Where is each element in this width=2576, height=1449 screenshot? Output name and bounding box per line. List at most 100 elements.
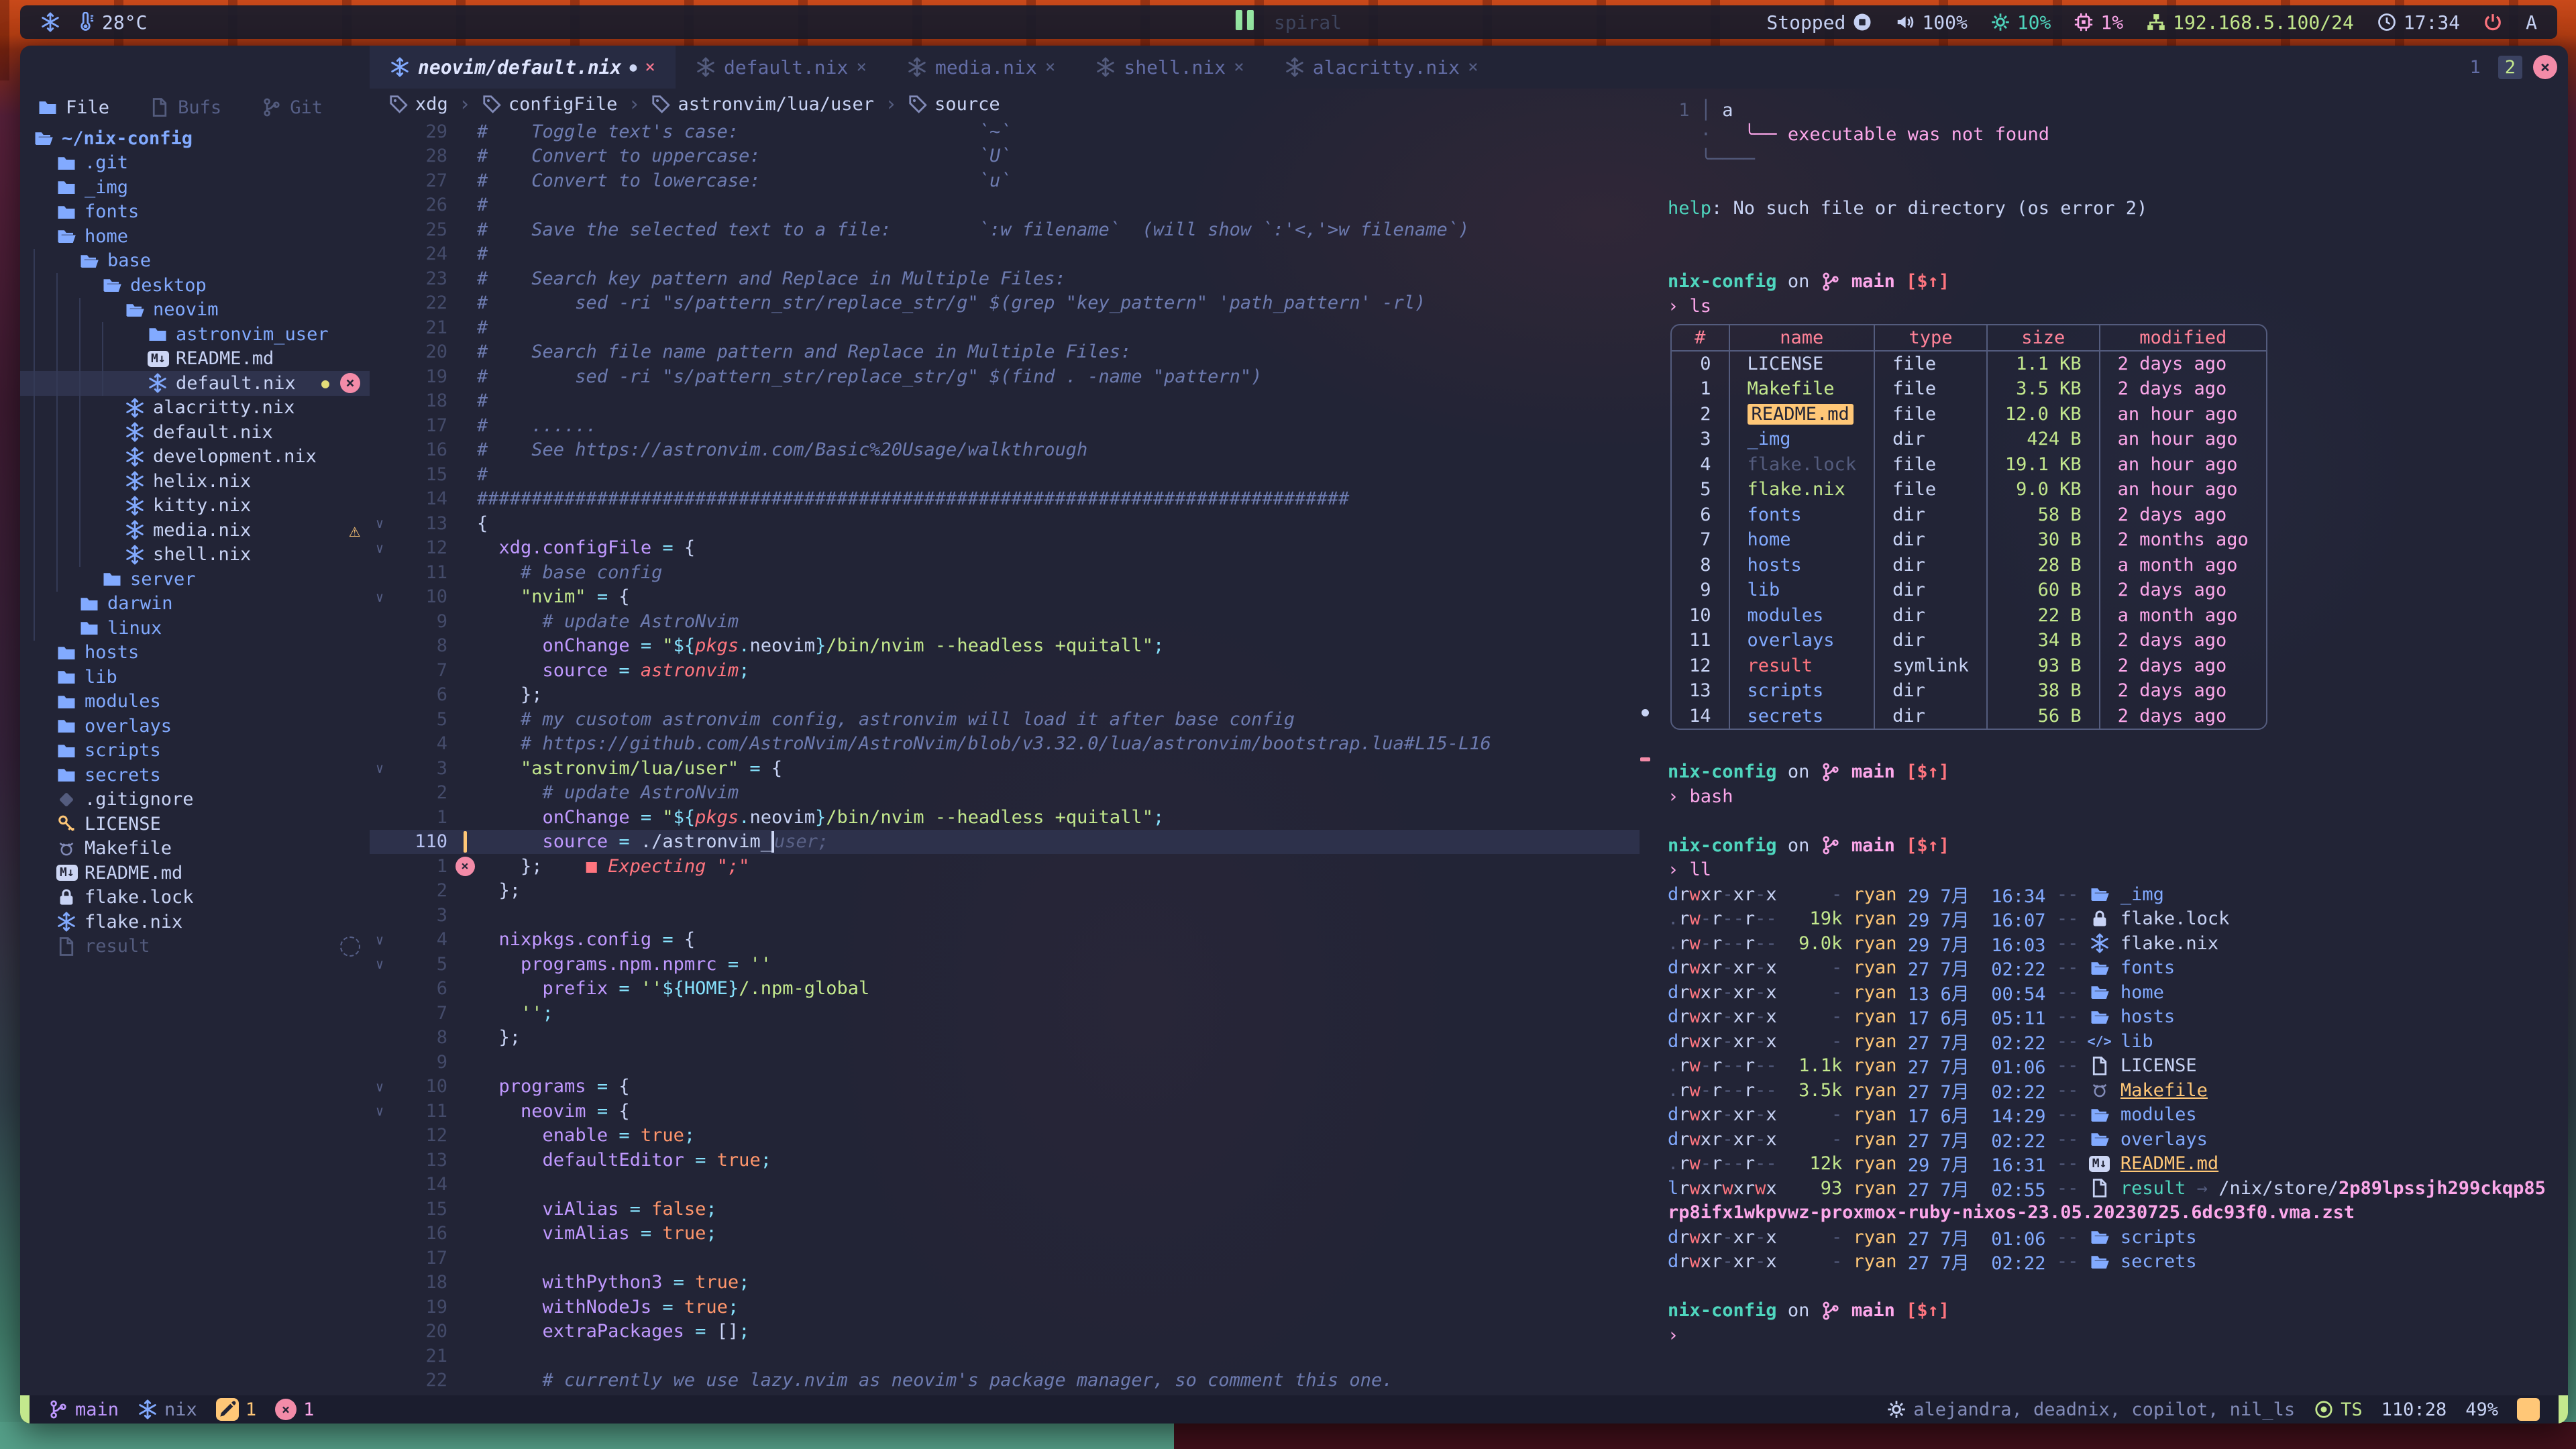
editor-line[interactable]: 25# Save the selected text to a file: `:… bbox=[370, 217, 1640, 242]
editor-line[interactable]: ∨10 "nvim" = { bbox=[370, 585, 1640, 610]
editor-line[interactable]: 5 # my cusotom astronvim config, astronv… bbox=[370, 707, 1640, 732]
editor-line[interactable]: 18# bbox=[370, 389, 1640, 414]
tree-item-modules[interactable]: modules bbox=[20, 690, 370, 714]
editor-line[interactable]: 19 withNodeJs = true; bbox=[370, 1295, 1640, 1320]
terminal-pane[interactable]: 1 │ a · ╰── executable was not found ╰──… bbox=[1650, 89, 2568, 1395]
editor-line[interactable]: 19# sed -ri "s/pattern_str/replace_str/g… bbox=[370, 364, 1640, 389]
error-badge[interactable]: × bbox=[275, 1399, 297, 1420]
tab-close-button[interactable]: × bbox=[1045, 57, 1056, 77]
tree-item-astronvim_user[interactable]: astronvim_user bbox=[20, 322, 370, 347]
editor-line[interactable]: 9 # update AstroNvim bbox=[370, 609, 1640, 634]
stop-circle-icon[interactable] bbox=[1852, 12, 1872, 32]
editor-line[interactable]: 16# See https://astronvim.com/Basic%20Us… bbox=[370, 438, 1640, 463]
editor-line[interactable]: 17# ...... bbox=[370, 413, 1640, 438]
tree-item-linux[interactable]: linux bbox=[20, 616, 370, 641]
git-branch[interactable]: main bbox=[75, 1399, 119, 1420]
editor-line[interactable]: 9 bbox=[370, 1050, 1640, 1075]
tab-default.nix[interactable]: default.nix× bbox=[676, 46, 887, 89]
editor-line[interactable]: 24# bbox=[370, 242, 1640, 267]
modified-badge[interactable] bbox=[216, 1398, 239, 1421]
editor-line[interactable]: 1 onChange = "${pkgs.neovim}/bin/nvim --… bbox=[370, 805, 1640, 830]
tree-item-server[interactable]: server bbox=[20, 567, 370, 592]
tree-item-fonts[interactable]: fonts bbox=[20, 200, 370, 225]
power-icon[interactable] bbox=[2483, 12, 2503, 32]
editor-line[interactable]: ∨12 xdg.configFile = { bbox=[370, 536, 1640, 561]
tree-item-result[interactable]: result bbox=[20, 934, 370, 959]
editor-line[interactable]: 29# Toggle text's case: `~` bbox=[370, 119, 1640, 144]
editor-line[interactable]: 8 onChange = "${pkgs.neovim}/bin/nvim --… bbox=[370, 634, 1640, 659]
tree-item-media.nix[interactable]: media.nix⚠ bbox=[20, 518, 370, 543]
tabpage-1[interactable]: 1 bbox=[2463, 56, 2487, 79]
tree-item-default.nix[interactable]: default.nix bbox=[20, 420, 370, 445]
tree-item-.gitignore[interactable]: .gitignore bbox=[20, 788, 370, 812]
tree-item-secrets[interactable]: secrets bbox=[20, 763, 370, 788]
tab-close-button[interactable]: × bbox=[1234, 57, 1244, 77]
volume-icon[interactable] bbox=[1895, 12, 1915, 32]
tree-item-neovim[interactable]: neovim bbox=[20, 298, 370, 323]
tabpage-2[interactable]: 2 bbox=[2498, 56, 2522, 79]
breadcrumb-item[interactable]: xdg bbox=[388, 94, 448, 115]
editor-line[interactable]: 4 # https://github.com/AstroNvim/AstroNv… bbox=[370, 732, 1640, 757]
tab-close-button[interactable]: × bbox=[645, 57, 655, 77]
editor-line[interactable]: 6 prefix = ''${HOME}/.npm-global bbox=[370, 977, 1640, 1002]
tree-item-lib[interactable]: lib bbox=[20, 665, 370, 690]
editor-line[interactable]: 7 ''; bbox=[370, 1001, 1640, 1026]
editor-line[interactable]: 22# sed -ri "s/pattern_str/replace_str/g… bbox=[370, 291, 1640, 316]
tree-item-base[interactable]: base bbox=[20, 249, 370, 274]
tree-item-~/nix-config[interactable]: ~/nix-config bbox=[20, 126, 370, 151]
tree-item-README.md[interactable]: M↓README.md bbox=[20, 347, 370, 372]
fold-chevron-icon[interactable]: ∨ bbox=[370, 956, 390, 972]
tree-item-hosts[interactable]: hosts bbox=[20, 641, 370, 665]
breadcrumb-item[interactable]: configFile bbox=[482, 94, 618, 115]
editor-line[interactable]: ∨3 "astronvim/lua/user" = { bbox=[370, 756, 1640, 781]
editor-line[interactable]: 21# bbox=[370, 315, 1640, 340]
breadcrumb-item[interactable]: astronvim/lua/user bbox=[651, 94, 874, 115]
editor-line[interactable]: ∨11 neovim = { bbox=[370, 1099, 1640, 1124]
editor-line[interactable]: 23# Search key pattern and Replace in Mu… bbox=[370, 266, 1640, 291]
editor-line[interactable]: 20 extraPackages = []; bbox=[370, 1320, 1640, 1344]
editor-line[interactable]: 18 withPython3 = true; bbox=[370, 1271, 1640, 1295]
editor-line[interactable]: 2 }; bbox=[370, 879, 1640, 904]
network-icon[interactable] bbox=[2146, 12, 2166, 32]
tab-media.nix[interactable]: media.nix× bbox=[887, 46, 1075, 89]
tree-item-LICENSE[interactable]: LICENSE bbox=[20, 812, 370, 837]
editor-line[interactable]: 28# Convert to uppercase: `U` bbox=[370, 144, 1640, 169]
tree-item-shell.nix[interactable]: shell.nix bbox=[20, 543, 370, 568]
tree-item-flake.nix[interactable]: flake.nix bbox=[20, 910, 370, 934]
tree-tab-bufs[interactable]: Bufs bbox=[150, 97, 221, 118]
editor-line[interactable]: 15 viAlias = false; bbox=[370, 1197, 1640, 1222]
tab-neovim/default.nix[interactable]: neovim/default.nix●× bbox=[370, 46, 676, 89]
tab-alacritty.nix[interactable]: alacritty.nix× bbox=[1265, 46, 1499, 89]
editor-line[interactable]: 12 enable = true; bbox=[370, 1124, 1640, 1148]
editor-line[interactable]: 2 # update AstroNvim bbox=[370, 781, 1640, 806]
fold-chevron-icon[interactable]: ∨ bbox=[370, 1103, 390, 1119]
tree-item-helix.nix[interactable]: helix.nix bbox=[20, 469, 370, 494]
editor-line[interactable]: ∨13{ bbox=[370, 511, 1640, 536]
tree-item-home[interactable]: home bbox=[20, 224, 370, 249]
editor-line[interactable]: 13 defaultEditor = true; bbox=[370, 1148, 1640, 1173]
tree-tab-file[interactable]: File bbox=[38, 97, 109, 118]
fold-chevron-icon[interactable]: ∨ bbox=[370, 540, 390, 556]
editor-buffer[interactable]: 29# Toggle text's case: `~`28# Convert t… bbox=[370, 119, 1640, 1395]
tree-item-overlays[interactable]: overlays bbox=[20, 714, 370, 739]
editor-line[interactable]: 1× }; ■ Expecting ";" bbox=[370, 854, 1640, 879]
pane-divider[interactable] bbox=[1640, 89, 1650, 1395]
tree-item-.git[interactable]: .git bbox=[20, 151, 370, 176]
breadcrumb-item[interactable]: source bbox=[908, 94, 1000, 115]
tree-item-alacritty.nix[interactable]: alacritty.nix bbox=[20, 396, 370, 421]
tree-item-darwin[interactable]: darwin bbox=[20, 592, 370, 616]
editor-line[interactable]: 11 # base config bbox=[370, 560, 1640, 585]
editor-line[interactable]: ∨4 nixpkgs.config = { bbox=[370, 928, 1640, 953]
editor-line[interactable]: ∨5 programs.npm.npmrc = '' bbox=[370, 952, 1640, 977]
close-badge[interactable]: × bbox=[340, 373, 360, 393]
fold-chevron-icon[interactable]: ∨ bbox=[370, 1079, 390, 1095]
editor-line[interactable]: 26# bbox=[370, 193, 1640, 218]
tab-close-button[interactable]: × bbox=[856, 57, 867, 77]
tree-item-default.nix[interactable]: default.nix●× bbox=[20, 371, 370, 396]
window-close-button[interactable]: × bbox=[2533, 55, 2557, 79]
tree-item-development.nix[interactable]: development.nix bbox=[20, 445, 370, 470]
tree-item-kitty.nix[interactable]: kitty.nix bbox=[20, 494, 370, 519]
fold-chevron-icon[interactable]: ∨ bbox=[370, 760, 390, 776]
tab-shell.nix[interactable]: shell.nix× bbox=[1075, 46, 1264, 89]
fold-chevron-icon[interactable]: ∨ bbox=[370, 932, 390, 948]
